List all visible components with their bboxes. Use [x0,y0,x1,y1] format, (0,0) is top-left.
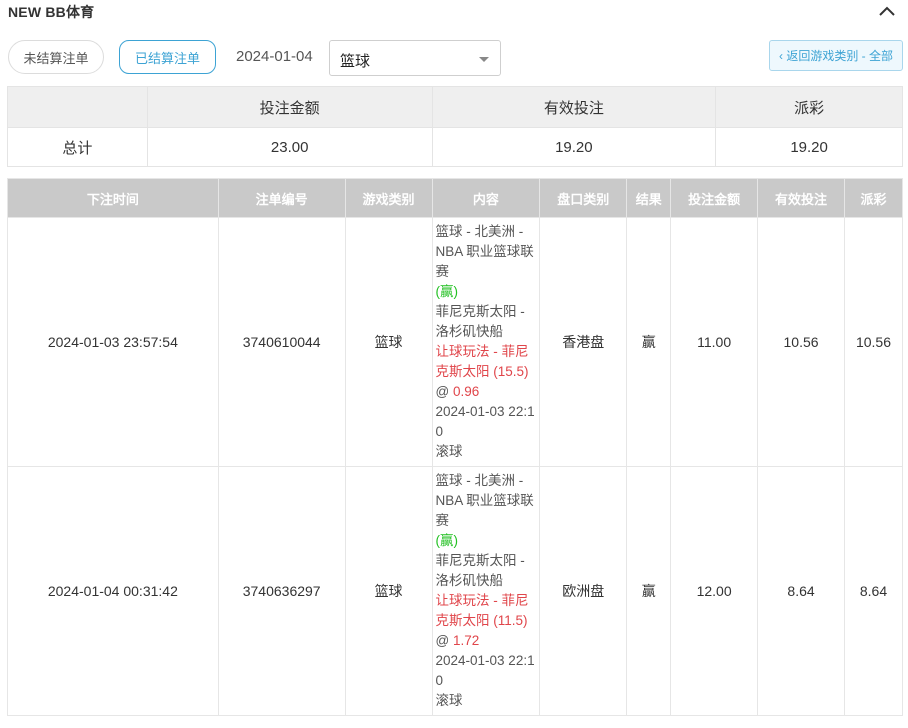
col-bet-id: 注单编号 [217,178,346,218]
bet-valid: 10.56 [757,217,845,467]
panel-header: NEW BB体育 [0,0,908,24]
bet-content: 篮球 - 北美洲 - NBA 职业篮球联赛 (赢) 菲尼克斯太阳 - 洛杉矶快船… [431,466,541,716]
content-market: 让球玩法 - 菲尼克斯太阳 (11.5) [435,593,529,628]
summary-header-payout: 派彩 [715,86,903,128]
panel-title: NEW BB体育 [8,4,95,20]
bet-records-table: 下注时间 注单编号 游戏类别 内容 盘口类别 结果 投注金额 有效投注 派彩 2… [7,178,904,716]
handicap-type: 香港盘 [539,217,628,467]
col-handicap-type: 盘口类别 [539,178,628,218]
content-mode: 滚球 [435,444,463,459]
content-league: 篮球 - 北美洲 - NBA 职业篮球联赛 [435,473,534,528]
content-result-tag: (赢) [435,284,459,299]
bet-id: 3740636297 [217,466,346,716]
bet-payout: 10.56 [843,217,904,467]
content-match-time: 2024-01-03 22:10 [435,653,535,688]
bet-valid: 8.64 [757,466,845,716]
col-result: 结果 [626,178,672,218]
back-to-categories-button[interactable]: ‹ 返回游戏类别 - 全部 [769,40,903,71]
bet-stake: 12.00 [670,466,759,716]
content-result-tag: (赢) [435,533,459,548]
settled-bets-button[interactable]: 已结算注单 [119,40,216,74]
summary-total-payout: 19.20 [715,127,903,167]
col-content: 内容 [431,178,541,218]
col-bet-time: 下注时间 [7,178,219,218]
content-mode: 滚球 [435,693,463,708]
content-at: @ [435,384,450,399]
col-valid-bet: 有效投注 [757,178,845,218]
content-odds: 0.96 [452,384,480,399]
summary-header-empty [7,86,148,128]
content-market: 让球玩法 - 菲尼克斯太阳 (15.5) [435,344,529,379]
bet-result: 赢 [626,466,672,716]
bet-payout: 8.64 [843,466,904,716]
content-match: 菲尼克斯太阳 - 洛杉矶快船 [435,553,525,588]
summary-total-valid: 19.20 [431,127,717,167]
bet-time: 2024-01-03 23:57:54 [7,217,219,467]
content-match-time: 2024-01-03 22:10 [435,404,535,439]
bet-result: 赢 [626,217,672,467]
bet-id: 3740610044 [217,217,346,467]
content-match: 菲尼克斯太阳 - 洛杉矶快船 [435,304,525,339]
bet-content: 篮球 - 北美洲 - NBA 职业篮球联赛 (赢) 菲尼克斯太阳 - 洛杉矶快船… [431,217,541,467]
bet-stake: 11.00 [670,217,759,467]
summary-total-row: 总计 23.00 19.20 19.20 [7,127,903,167]
date-picker[interactable]: 2024-01-04 [236,48,313,65]
sport-select-value: 篮球 [340,53,371,70]
sport-select[interactable]: 篮球 [329,40,501,76]
unsettled-bets-button[interactable]: 未结算注单 [8,40,104,74]
summary-header-row: 投注金额 有效投注 派彩 [7,86,903,128]
summary-total-label: 总计 [7,127,148,167]
filter-toolbar: 未结算注单 已结算注单 2024-01-04 篮球 ‹ 返回游戏类别 - 全部 [0,40,908,76]
summary-header-valid: 有效投注 [431,86,717,128]
summary-table: 投注金额 有效投注 派彩 总计 23.00 19.20 19.20 [7,86,903,167]
caret-down-icon [479,57,489,62]
content-at: @ [435,633,450,648]
col-game-type: 游戏类别 [344,178,433,218]
summary-header-stake: 投注金额 [146,86,433,128]
bet-time: 2024-01-04 00:31:42 [7,466,219,716]
summary-total-stake: 23.00 [146,127,433,167]
table-row: 2024-01-04 00:31:42 3740636297 篮球 篮球 - 北… [7,466,904,716]
table-row: 2024-01-03 23:57:54 3740610044 篮球 篮球 - 北… [7,217,904,467]
game-type: 篮球 [344,217,433,467]
handicap-type: 欧洲盘 [539,466,628,716]
chevron-up-icon[interactable] [878,4,896,18]
content-league: 篮球 - 北美洲 - NBA 职业篮球联赛 [435,224,534,279]
table-header-row: 下注时间 注单编号 游戏类别 内容 盘口类别 结果 投注金额 有效投注 派彩 [7,178,904,218]
game-type: 篮球 [344,466,433,716]
content-odds: 1.72 [452,633,480,648]
col-payout: 派彩 [843,178,904,218]
col-stake: 投注金额 [670,178,759,218]
